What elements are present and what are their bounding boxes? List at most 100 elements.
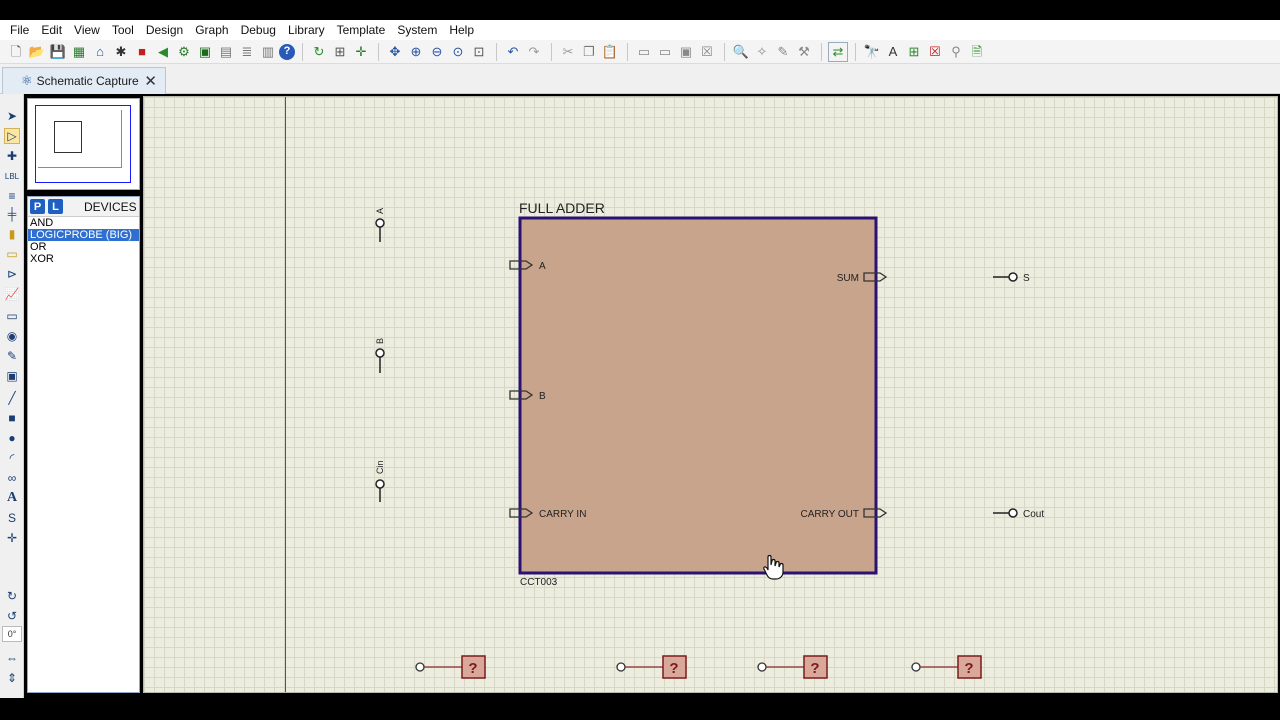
zoom-area-icon[interactable]: ⊡ [469,42,489,62]
symbol-icon[interactable]: S [4,510,20,526]
probe-4-node[interactable] [911,662,921,672]
circle-icon[interactable]: ● [4,430,20,446]
probe-3-node[interactable] [757,662,767,672]
menu-design[interactable]: Design [140,20,189,40]
probe-icon[interactable]: ✎ [4,348,20,364]
exit-parent-icon[interactable]: ⚲ [946,42,966,62]
copy-icon[interactable]: ❐ [579,42,599,62]
bom-icon[interactable]: ▣ [195,42,215,62]
block-copy-icon[interactable]: ▭ [634,42,654,62]
rotate-ccw-icon[interactable]: ↺ [4,608,20,624]
device-pins-icon[interactable]: ⊳ [4,266,20,282]
property-assign-icon[interactable]: A [883,42,903,62]
menu-debug[interactable]: Debug [235,20,282,40]
origin-icon[interactable]: ✛ [351,42,371,62]
pick-icon[interactable]: 🔍 [731,42,751,62]
gear-icon[interactable]: ⚙ [174,42,194,62]
marker-icon[interactable]: ✛ [4,530,20,546]
save-icon[interactable]: 💾 [48,42,68,62]
terminal-cin-node[interactable] [375,479,385,489]
terminal-b-node[interactable] [375,348,385,358]
probe-2-node[interactable] [616,662,626,672]
stop-icon[interactable]: ■ [132,42,152,62]
redo-icon[interactable]: ↷ [524,42,544,62]
arc-icon[interactable]: ◜ [4,450,20,466]
grid-icon[interactable]: ⊞ [330,42,350,62]
mirror-y-icon[interactable]: ⇕ [4,670,20,686]
schematic-canvas[interactable]: FULL ADDER CCT003 A B CARRY IN SUM CARRY… [143,96,1278,693]
terminal-a-node[interactable] [375,218,385,228]
menu-tool[interactable]: Tool [106,20,140,40]
new-sheet-icon[interactable]: ⊞ [904,42,924,62]
remove-sheet-icon[interactable]: ☒ [925,42,945,62]
buses-icon[interactable]: ╪ [4,206,20,222]
undo-icon[interactable]: ↶ [503,42,523,62]
component-mode-icon[interactable]: ▷ [4,128,20,144]
device-list-item[interactable]: OR [28,241,139,253]
tab-schematic-capture[interactable]: ⚛ Schematic Capture ✕ [2,67,166,94]
menu-library[interactable]: Library [282,20,331,40]
terminal-cout-node[interactable] [1008,508,1018,518]
probe-1-node[interactable] [415,662,425,672]
device-list-item-selected[interactable]: LOGICPROBE (BIG) [28,229,139,241]
block-delete-icon[interactable]: ☒ [697,42,717,62]
block-move-icon[interactable]: ▭ [655,42,675,62]
decompose-icon[interactable]: ⚒ [794,42,814,62]
doc-icon[interactable]: ▤ [216,42,236,62]
library-manager-button[interactable]: L [48,199,63,214]
overview-window[interactable] [27,98,140,190]
menu-help[interactable]: Help [443,20,480,40]
search-icon[interactable]: 🔭 [862,42,882,62]
menu-template[interactable]: Template [331,20,392,40]
netlist-icon[interactable]: ✱ [111,42,131,62]
text-script-icon[interactable]: ≡ [4,188,20,204]
home-icon[interactable]: ⌂ [90,42,110,62]
design-explorer-icon[interactable]: 🗎 [967,42,987,62]
subcircuit-icon[interactable]: ▮ [4,226,20,242]
line-icon[interactable]: ╱ [4,390,20,406]
help-icon[interactable]: ? [279,43,295,60]
menu-view[interactable]: View [68,20,106,40]
close-icon[interactable]: ✕ [144,72,157,90]
refresh-icon[interactable]: ↻ [309,42,329,62]
device-selector: P L DEVICES AND LOGICPROBE (BIG) OR XOR [27,196,140,693]
menu-graph[interactable]: Graph [189,20,234,40]
block-rotate-icon[interactable]: ▣ [676,42,696,62]
terminals-icon[interactable]: ▭ [4,246,20,262]
selection-mode-icon[interactable]: ➤ [4,108,20,124]
device-list-item[interactable]: XOR [28,253,139,265]
text-icon[interactable]: A [4,490,20,506]
terminal-s-node[interactable] [1008,272,1018,282]
packaging-icon[interactable]: ✎ [773,42,793,62]
junction-icon[interactable]: ✚ [4,148,20,164]
rotate-cw-icon[interactable]: ↻ [4,588,20,604]
tape-recorder-icon[interactable]: ▭ [4,308,20,324]
instrument-icon[interactable]: ▣ [4,368,20,384]
open-icon[interactable]: 📂 [27,42,47,62]
box-icon[interactable]: ■ [4,410,20,426]
menu-edit[interactable]: Edit [35,20,68,40]
report-icon[interactable]: ≣ [237,42,257,62]
device-list-item[interactable]: AND [28,217,139,229]
menu-system[interactable]: System [391,20,443,40]
cad-icon[interactable]: ▥ [258,42,278,62]
path-icon[interactable]: ∞ [4,470,20,486]
new-icon[interactable]: 🗋 [6,42,26,62]
pick-devices-button[interactable]: P [30,199,45,214]
back-icon[interactable]: ◀ [153,42,173,62]
paste-icon[interactable]: 📋 [600,42,620,62]
wire-autorouter-icon[interactable]: ⇄ [828,41,848,62]
wire-label-icon[interactable]: LBL [4,168,20,184]
import-icon[interactable]: ▦ [69,42,89,62]
generator-icon[interactable]: ◉ [4,328,20,344]
cut-icon[interactable]: ✂ [558,42,578,62]
pan-icon[interactable]: ✥ [385,42,405,62]
graph-icon[interactable]: 📈 [4,286,20,302]
make-device-icon[interactable]: ✧ [752,42,772,62]
mirror-x-icon[interactable]: ⇔ [4,650,20,666]
zoom-all-icon[interactable]: ⊙ [448,42,468,62]
menu-file[interactable]: File [4,20,35,40]
terminal-label-b: B [375,338,385,344]
zoom-out-icon[interactable]: ⊖ [427,42,447,62]
zoom-in-icon[interactable]: ⊕ [406,42,426,62]
